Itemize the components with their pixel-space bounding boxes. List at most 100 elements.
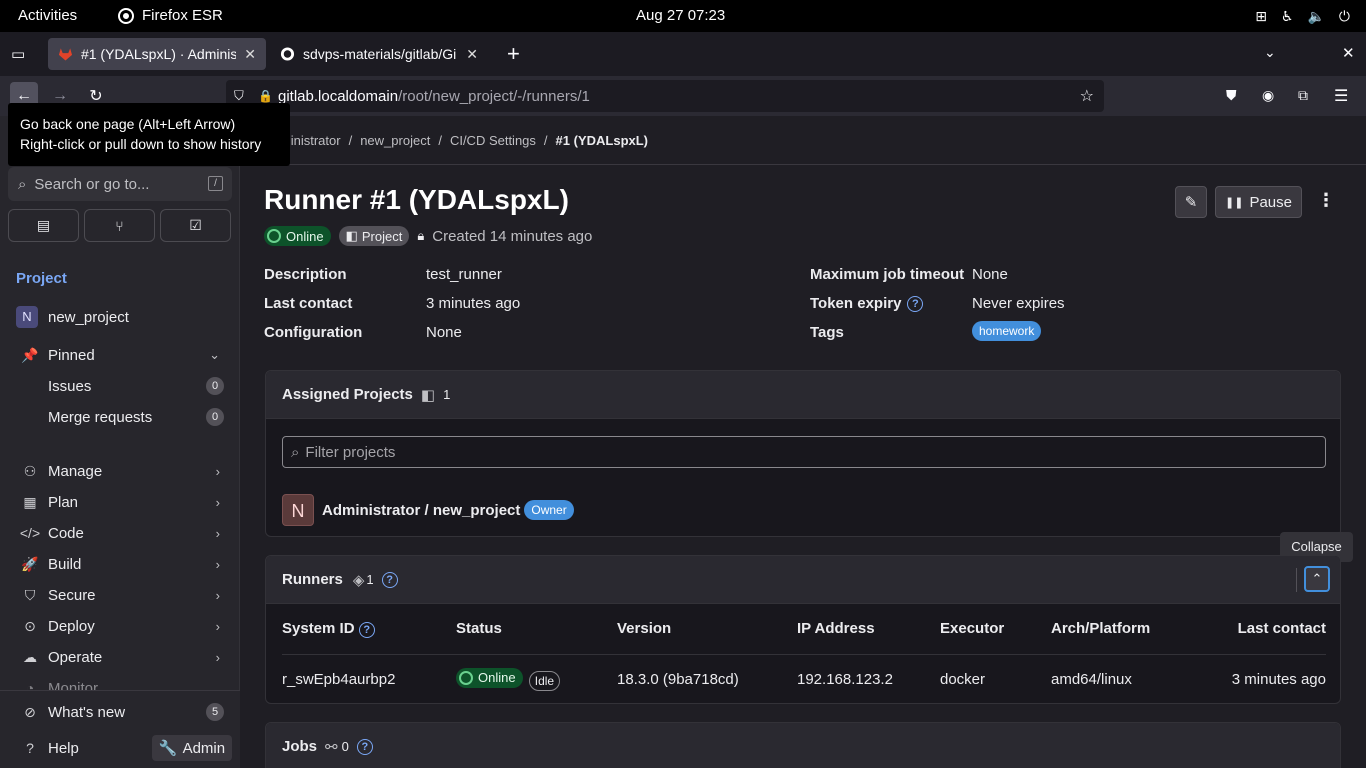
sidebar-item-issues[interactable]: Issues 0 — [8, 371, 232, 401]
jobs-header: Jobs ⚯ 0 ? — [266, 723, 1340, 768]
sidebar-item-build[interactable]: 🚀 Build › — [8, 549, 232, 579]
account-icon[interactable]: ◉ — [1262, 87, 1274, 104]
back-button-tooltip: Go back one page (Alt+Left Arrow) Right-… — [8, 103, 290, 166]
status-label: Online — [478, 670, 516, 686]
sidebar-project-link[interactable]: N new_project — [8, 302, 232, 332]
accessibility-icon: ♿ — [1280, 8, 1294, 24]
column-header-arch: Arch/Platform — [1051, 604, 1191, 655]
tab-list-icon[interactable]: ⌄ — [1264, 44, 1276, 61]
search-button[interactable]: ⌕ Search or go to... / — [8, 167, 232, 201]
activities-button[interactable]: Activities — [18, 7, 77, 24]
help-icon[interactable]: ? — [356, 738, 373, 755]
help-button[interactable]: ? Help — [8, 733, 148, 763]
filter-projects-input[interactable]: ⌕ Filter projects — [282, 436, 1326, 468]
clock[interactable]: Aug 27 07:23 — [636, 7, 725, 24]
sidebar-item-merge-requests[interactable]: Merge requests 0 — [8, 402, 232, 432]
search-icon: ⌕ — [18, 175, 27, 193]
assigned-project-link[interactable]: Administrator / new_project — [322, 502, 520, 519]
jobs-title: Jobs — [282, 738, 318, 755]
chevron-right-icon: › — [215, 649, 220, 665]
detail-label-description: Description — [264, 266, 347, 283]
sidebar-item-deploy[interactable]: ⊙ Deploy › — [8, 611, 232, 641]
breadcrumb: Administrator / new_project / CI/CD Sett… — [264, 133, 648, 148]
system-top-bar: Activities Firefox ESR Aug 27 07:23 ⊞ ♿ … — [0, 0, 1366, 32]
detail-value-configuration: None — [426, 324, 462, 341]
runner-status-row: Online ◧ Project 🔒︎ Created 14 minutes ag… — [264, 226, 592, 246]
todo-list-button[interactable]: ☑ — [160, 209, 231, 242]
system-id-header-label: System ID — [282, 619, 355, 637]
sidebar-item-secure[interactable]: ⛉ Secure › — [8, 580, 232, 610]
page-title: Runner #1 (YDALspxL) — [264, 184, 569, 215]
detail-value-max-timeout: None — [972, 266, 1008, 283]
sidebar-pinned-toggle[interactable]: 📌 Pinned ⌄ — [8, 340, 232, 370]
sidebar-item-manage[interactable]: ⚇ Manage › — [8, 456, 232, 486]
breadcrumb-cicd-settings[interactable]: CI/CD Settings — [450, 133, 536, 148]
status-badge: Online — [456, 667, 523, 688]
tab-title: sdvps-materials/gitlab/Gi — [302, 46, 457, 62]
more-actions-button[interactable]: ⋮ — [1316, 190, 1336, 214]
project-icon: ◧ — [420, 386, 436, 404]
pause-runner-button[interactable]: ❚❚ Pause — [1215, 186, 1302, 218]
runners-table: System ID ? Status Version IP Address Ex… — [282, 604, 1326, 703]
jobs-card: Jobs ⚯ 0 ? — [265, 722, 1341, 768]
help-icon[interactable]: ? — [358, 621, 375, 638]
status-label: Online — [286, 228, 324, 244]
pocket-icon[interactable]: ⛊ — [1226, 87, 1237, 104]
chevron-right-icon: › — [215, 525, 220, 541]
merge-request-icon: ⑂ — [115, 217, 124, 234]
bookmark-star-icon[interactable]: ☆ — [1080, 86, 1094, 106]
tab-title: #1 (YDALspxL) · Administr — [80, 46, 237, 62]
keyboard-shortcut-hint: / — [208, 176, 223, 191]
breadcrumb-project[interactable]: new_project — [360, 133, 430, 148]
extensions-icon[interactable]: ⧉ — [1298, 87, 1308, 104]
whats-new-count-badge: 5 — [206, 703, 224, 721]
cell-last-contact: 3 minutes ago — [1231, 670, 1326, 688]
merge-requests-button[interactable]: ⑂ — [84, 209, 155, 242]
runners-card: Runners ◈ 1 ? ⌃ System ID ? Status Versi… — [265, 555, 1341, 704]
sidebar-section-title: Project — [16, 270, 67, 287]
help-icon[interactable]: ? — [907, 295, 924, 312]
wrench-icon: 🔧 — [158, 740, 178, 757]
menu-icon[interactable]: ☰ — [1334, 86, 1348, 106]
code-icon: </> — [19, 525, 41, 541]
browser-tab[interactable]: sdvps-materials/gitlab/Gi ✕ — [270, 38, 488, 70]
compass-icon: ⊘ — [24, 703, 36, 720]
system-tray[interactable]: ⊞ ♿ 🔈 ⏻ — [1255, 8, 1350, 25]
assigned-projects-title: Assigned Projects — [282, 386, 413, 403]
new-tab-button[interactable]: + — [507, 41, 520, 67]
sidebar-item-plan[interactable]: ▦ Plan › — [8, 487, 232, 517]
assigned-issues-button[interactable]: ▤ — [8, 209, 79, 242]
main-content: Administrator / new_project / CI/CD Sett… — [240, 116, 1366, 768]
help-icon[interactable]: ? — [381, 571, 398, 588]
app-menu[interactable]: Firefox ESR — [118, 7, 223, 24]
token-expiry-label: Token expiry — [810, 295, 902, 312]
pencil-icon: ✎ — [1184, 194, 1198, 211]
whats-new-button[interactable]: ⊘ What's new 5 — [8, 697, 232, 727]
admin-button[interactable]: 🔧 Admin — [152, 735, 232, 761]
browser-tab-active[interactable]: #1 (YDALspxL) · Administr ✕ — [48, 38, 266, 70]
table-header-row: System ID ? Status Version IP Address Ex… — [282, 604, 1326, 655]
app-name: Firefox ESR — [142, 7, 223, 24]
rocket-icon: 🚀 — [21, 555, 39, 572]
cell-arch: amd64/linux — [1051, 670, 1132, 688]
sidebar-item-operate[interactable]: ☁ Operate › — [8, 642, 232, 672]
search-icon: ⌕ — [291, 443, 300, 461]
tag-badge[interactable]: homework — [972, 321, 1042, 341]
edit-runner-button[interactable]: ✎ — [1175, 186, 1207, 218]
collapse-button[interactable]: ⌃ — [1304, 566, 1330, 592]
power-icon: ⏻ — [1338, 8, 1350, 24]
close-window-icon[interactable]: ✕ — [1342, 44, 1355, 62]
detail-value-description: test_runner — [426, 266, 502, 283]
close-tab-icon[interactable]: ✕ — [244, 46, 256, 63]
runners-header-divider — [1296, 568, 1297, 592]
breadcrumb-current[interactable]: #1 (YDALspxL) — [556, 133, 648, 148]
close-tab-icon[interactable]: ✕ — [466, 46, 478, 63]
lock-icon: 🔒 — [258, 89, 273, 103]
status-online-icon — [459, 670, 473, 685]
sidebar-item-code[interactable]: </> Code › — [8, 518, 232, 548]
url-host: gitlab.localdomain — [278, 87, 399, 105]
network-icon: ⊞ — [1255, 8, 1267, 24]
tab-overview-icon[interactable]: ▭ — [11, 45, 25, 63]
url-bar[interactable]: ⛉ 🔒 gitlab.localdomain/root/new_project/… — [226, 80, 1104, 112]
assigned-project-row: N Administrator / new_project Owner — [282, 494, 574, 526]
